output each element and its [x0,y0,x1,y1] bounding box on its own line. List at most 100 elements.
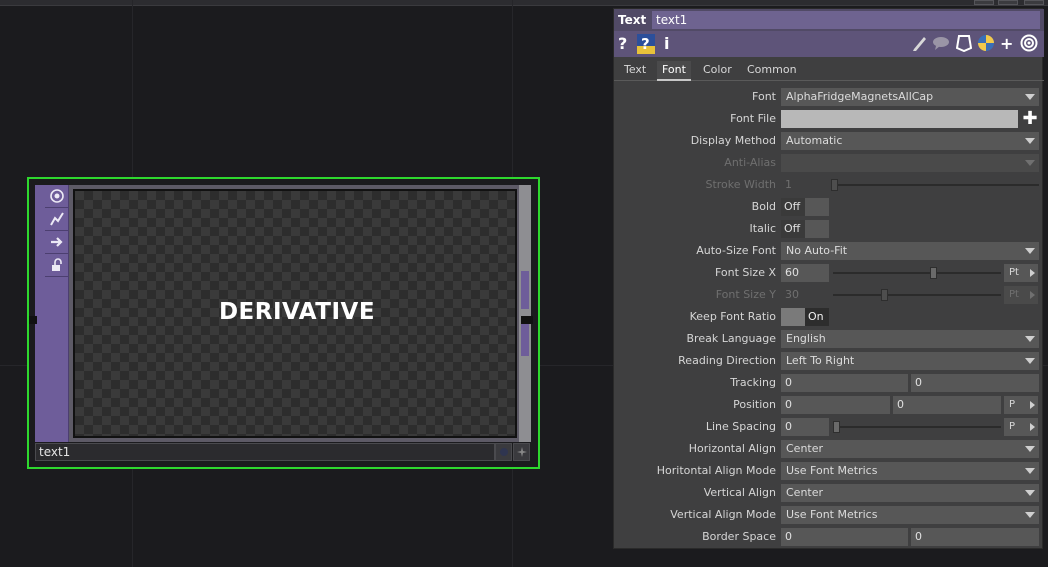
node-viewer[interactable]: DERIVATIVE [73,189,517,438]
font-size-y-unit[interactable]: Pt [1004,286,1038,304]
tab-color[interactable]: Color [703,63,732,76]
chevron-down-icon [1025,336,1035,342]
font-size-x-field[interactable]: 60 [781,264,829,282]
param-label: Stroke Width [705,178,776,191]
bookmark-icon[interactable] [955,34,973,54]
viewer-text: DERIVATIVE [218,299,376,325]
font-size-y-field[interactable]: 30 [781,286,829,304]
slider-thumb[interactable] [833,421,840,433]
font-size-x-unit[interactable]: Pt [1004,264,1038,282]
window-button[interactable] [998,0,1018,5]
menu-value: Use Font Metrics [786,508,878,521]
output-bar [521,271,529,309]
add-icon[interactable]: + [1000,34,1013,54]
op-name-field[interactable]: text1 [652,11,1040,29]
keep-font-ratio-toggle[interactable]: On [781,308,829,326]
tab-text[interactable]: Text [624,63,646,76]
network-editor[interactable]: DERIVATIVE text1 Text text1 ? ? i + Text… [0,0,1048,567]
font-size-x-slider[interactable] [833,267,1001,279]
unit-value: Pt [1009,289,1019,300]
add-file-icon[interactable]: ✚ [1021,110,1039,128]
position-y-field[interactable]: 0 [893,396,1001,414]
auto-size-font-menu[interactable]: No Auto-Fit [781,242,1039,260]
node-name-field[interactable]: text1 [35,443,495,461]
lock-icon[interactable] [45,254,69,277]
slider-thumb[interactable] [831,179,838,191]
param-font-size-y: Font Size Y 30 Pt [614,285,1044,305]
edit-icon[interactable] [912,34,928,54]
border-space-x-field[interactable]: 0 [781,528,908,546]
vertical-align-mode-menu[interactable]: Use Font Metrics [781,506,1039,524]
display-method-menu[interactable]: Automatic [781,132,1039,150]
slider-thumb[interactable] [881,289,888,301]
bold-toggle[interactable]: Off [781,198,829,216]
node-status-icon[interactable] [495,443,512,461]
chevron-right-icon [1030,291,1035,299]
target-icon[interactable] [1020,34,1038,54]
param-font-size-x: Font Size X 60 Pt [614,263,1044,283]
menu-value: AlphaFridgeMagnetsAllCap [786,90,934,103]
unit-value: Pt [1009,267,1019,278]
line-spacing-unit[interactable]: P [1004,418,1038,436]
toggle-box [781,308,805,326]
param-label: Bold [751,200,776,213]
italic-toggle[interactable]: Off [781,220,829,238]
line-spacing-slider[interactable] [833,421,1001,433]
panel-toolbar: ? ? i + [614,31,1044,57]
input-connector[interactable] [29,316,37,324]
param-label: Horizontal Align [688,442,776,455]
python-icon[interactable] [977,34,995,54]
tracking-y-field[interactable]: 0 [911,374,1039,392]
comment-icon[interactable] [932,34,950,54]
slider-thumb[interactable] [930,267,937,279]
info-icon[interactable]: i [664,34,669,54]
param-tabs: Text Font Color Common [614,61,1044,81]
stroke-width-slider[interactable] [831,179,1039,191]
vertical-align-menu[interactable]: Center [781,484,1039,502]
line-spacing-field[interactable]: 0 [781,418,829,436]
menu-value: Use Font Metrics [786,464,878,477]
menu-value: Left To Right [786,354,855,367]
export-icon[interactable] [45,231,69,254]
stroke-width-field[interactable]: 1 [781,176,829,194]
param-label: Display Method [690,134,776,147]
node-pin-icon[interactable] [513,443,530,461]
param-vertical-align: Vertical Align Center [614,483,1044,503]
chevron-down-icon [1025,468,1035,474]
anti-alias-menu[interactable] [781,154,1039,172]
tab-common[interactable]: Common [747,63,797,76]
viewer-icon[interactable] [45,185,69,208]
text-top-node[interactable]: DERIVATIVE text1 [27,177,540,469]
menu-value: Automatic [786,134,843,147]
border-space-y-field[interactable]: 0 [911,528,1039,546]
chevron-down-icon [1025,446,1035,452]
chevron-down-icon [1025,490,1035,496]
window-button[interactable] [974,0,994,5]
param-label: Font [752,90,776,103]
tracking-x-field[interactable]: 0 [781,374,908,392]
font-size-y-slider[interactable] [833,289,1001,301]
param-font-file: Font File ✚ [614,109,1044,129]
output-connector[interactable] [521,316,533,324]
font-menu[interactable]: AlphaFridgeMagnetsAllCap [781,88,1039,106]
node-body[interactable]: DERIVATIVE [29,185,533,442]
op-type-label: Text [618,13,647,27]
horizontal-align-mode-menu[interactable]: Use Font Metrics [781,462,1039,480]
horizontal-align-menu[interactable]: Center [781,440,1039,458]
bypass-icon[interactable] [45,208,69,231]
tab-font[interactable]: Font [657,61,691,81]
toggle-value: Off [781,220,805,238]
param-stroke-width: Stroke Width 1 [614,175,1044,195]
param-label: Anti-Alias [724,156,776,169]
break-language-menu[interactable]: English [781,330,1039,348]
chevron-right-icon [1030,401,1035,409]
reading-direction-menu[interactable]: Left To Right [781,352,1039,370]
position-unit[interactable]: P [1004,396,1038,414]
help-icon[interactable]: ? [618,34,627,54]
python-help-icon[interactable]: ? [637,34,655,54]
position-x-field[interactable]: 0 [781,396,890,414]
chevron-right-icon [1030,269,1035,277]
menu-value: No Auto-Fit [786,244,848,257]
font-file-field[interactable] [781,110,1018,128]
window-button[interactable] [1024,0,1044,5]
